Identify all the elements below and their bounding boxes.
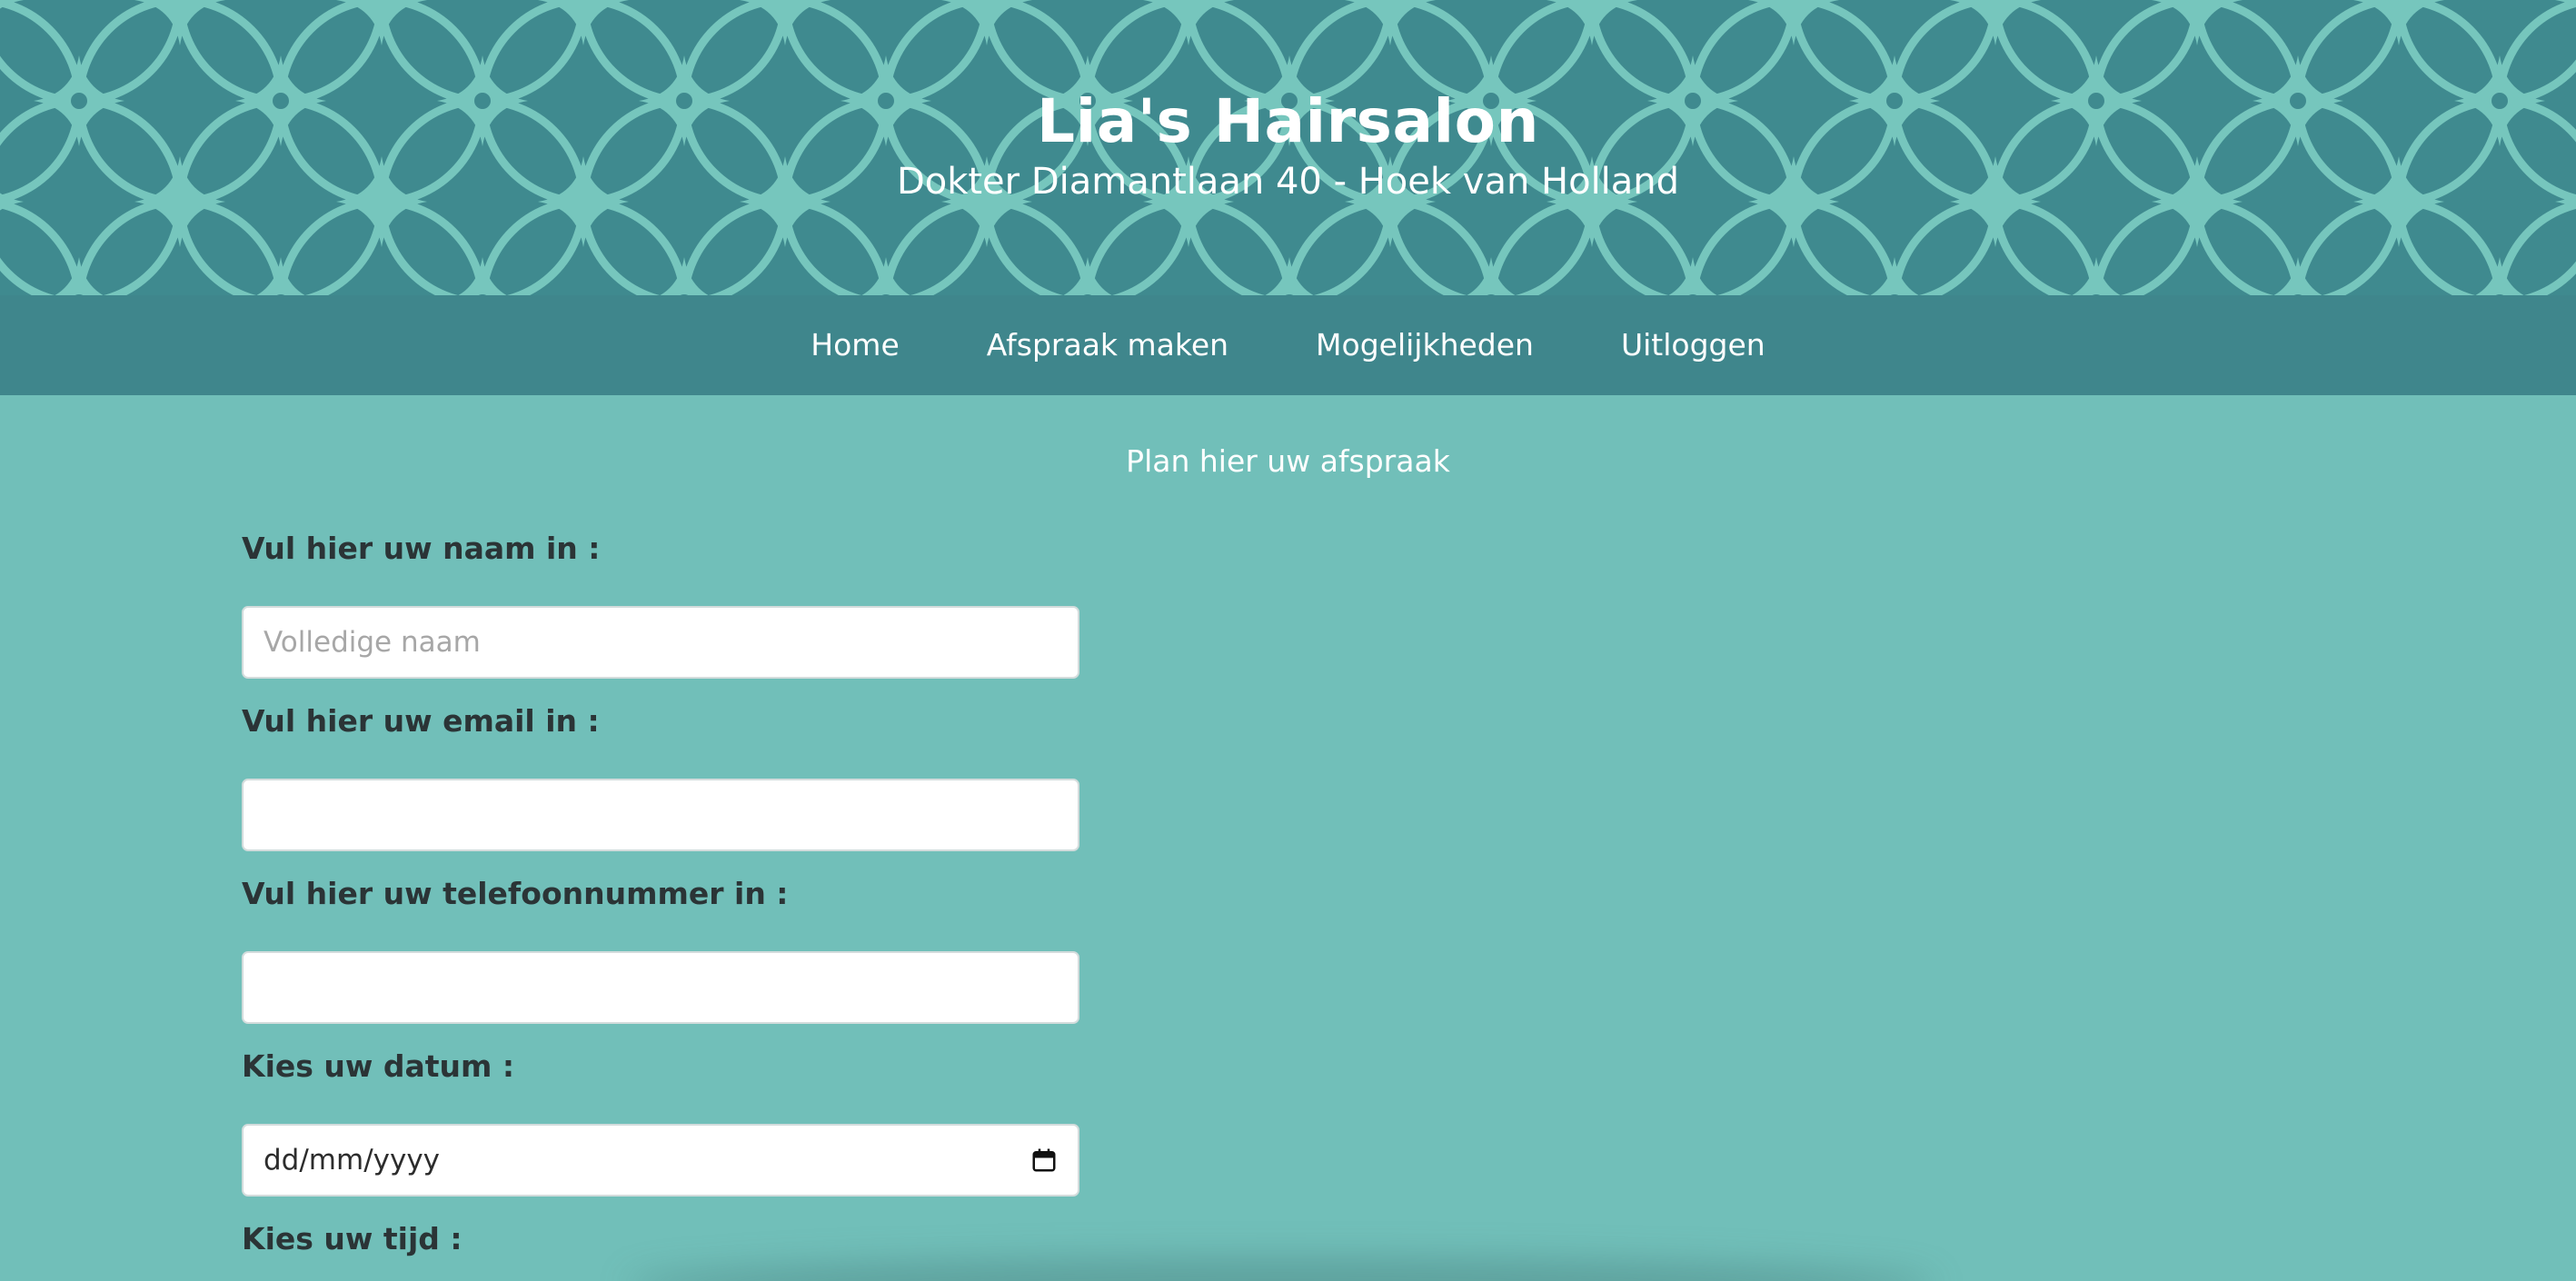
nav-item-afspraak-maken[interactable]: Afspraak maken bbox=[987, 327, 1228, 363]
main-navigation: Home Afspraak maken Mogelijkheden Uitlog… bbox=[0, 295, 2576, 395]
phone-label: Vul hier uw telefoonnummer in : bbox=[242, 876, 789, 911]
site-title: Lia's Hairsalon bbox=[1037, 86, 1539, 156]
date-input[interactable]: dd/mm/yyyy bbox=[242, 1124, 1079, 1197]
phone-input[interactable] bbox=[242, 951, 1079, 1024]
email-label: Vul hier uw email in : bbox=[242, 703, 600, 739]
page: Lia's Hairsalon Dokter Diamantlaan 40 - … bbox=[0, 0, 2576, 1281]
nav-item-uitloggen[interactable]: Uitloggen bbox=[1621, 327, 1765, 363]
nav-item-mogelijkheden[interactable]: Mogelijkheden bbox=[1316, 327, 1534, 363]
email-input[interactable] bbox=[242, 779, 1079, 851]
card-shadow bbox=[627, 1257, 1935, 1281]
site-address: Dokter Diamantlaan 40 - Hoek van Holland bbox=[896, 161, 1680, 203]
calendar-icon[interactable] bbox=[1030, 1147, 1058, 1174]
date-label: Kies uw datum : bbox=[242, 1048, 515, 1084]
form-intro: Plan hier uw afspraak bbox=[1126, 443, 1450, 479]
name-label: Vul hier uw naam in : bbox=[242, 531, 601, 566]
date-value: dd/mm/yyyy bbox=[264, 1144, 441, 1177]
name-input[interactable] bbox=[242, 606, 1079, 679]
time-label: Kies uw tijd : bbox=[242, 1221, 462, 1256]
site-header: Lia's Hairsalon Dokter Diamantlaan 40 - … bbox=[0, 0, 2576, 295]
nav-item-home[interactable]: Home bbox=[811, 327, 899, 363]
